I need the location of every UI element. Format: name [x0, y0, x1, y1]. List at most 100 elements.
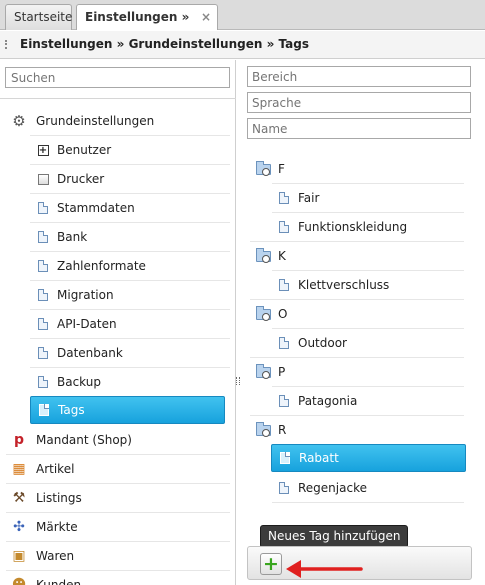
- tab-startseite[interactable]: Startseite: [5, 4, 72, 30]
- tree-item-benutzer[interactable]: + Benutzer: [0, 137, 236, 163]
- document-icon: [276, 481, 292, 495]
- divider: [30, 338, 230, 339]
- tree-item-tags[interactable]: Tags: [30, 396, 225, 424]
- document-icon: [276, 336, 292, 350]
- document-icon: [276, 394, 292, 408]
- tag-item-funktionskleidung[interactable]: Funktionskleidung: [240, 214, 465, 240]
- search-input[interactable]: [5, 67, 230, 88]
- divider: [250, 241, 464, 242]
- document-icon: [36, 201, 50, 215]
- tree-item-stammdaten[interactable]: Stammdaten: [0, 195, 236, 221]
- navigation-tree-panel: ⚙ Grundeinstellungen + Benutzer Drucker …: [0, 60, 236, 585]
- tag-item-fair[interactable]: Fair: [240, 185, 465, 211]
- tree-item-label: Mandant (Shop): [36, 433, 132, 447]
- document-icon: [36, 317, 50, 331]
- divider: [30, 367, 230, 368]
- tree-item-label: Stammdaten: [57, 201, 135, 215]
- tree-item-maerkte[interactable]: ✣ Märkte: [0, 514, 236, 540]
- cubes-icon: ▦: [12, 461, 26, 477]
- divider: [6, 541, 230, 542]
- divider: [250, 299, 464, 300]
- add-tag-button[interactable]: +: [260, 553, 282, 575]
- tree-item-kunden[interactable]: ☻ Kunden: [0, 572, 236, 585]
- tree-item-zahlenformate[interactable]: Zahlenformate: [0, 253, 236, 279]
- tag-group-p[interactable]: P: [240, 359, 465, 385]
- divider: [0, 98, 236, 99]
- tree-item-artikel[interactable]: ▦ Artikel: [0, 456, 236, 482]
- tag-group-label: F: [278, 162, 285, 176]
- divider: [250, 415, 464, 416]
- network-icon: ✣: [13, 519, 25, 535]
- tree-item-label: Migration: [57, 288, 114, 302]
- gavel-icon: ⚒: [12, 490, 26, 506]
- tree-item-label: Kunden: [36, 578, 82, 585]
- language-filter-input[interactable]: [247, 92, 471, 113]
- tree-item-label: Benutzer: [57, 143, 112, 157]
- folder-icon: [255, 305, 271, 321]
- tag-group-f[interactable]: F: [240, 156, 465, 182]
- tab-einstellungen-tags[interactable]: Einstellungen » Tags ×: [76, 4, 218, 49]
- divider: [30, 309, 230, 310]
- tree-item-backup[interactable]: Backup: [0, 369, 236, 395]
- divider: [6, 570, 230, 571]
- tag-item-outdoor[interactable]: Outdoor: [240, 330, 465, 356]
- tag-item-label: Rabatt: [299, 451, 339, 465]
- tree-item-bank[interactable]: Bank: [0, 224, 236, 250]
- folder-icon: [255, 160, 271, 176]
- mandant-icon: p: [13, 432, 25, 448]
- tree-item-api-daten[interactable]: API-Daten: [0, 311, 236, 337]
- tag-item-rabatt[interactable]: Rabatt: [271, 444, 466, 472]
- close-icon[interactable]: ×: [201, 5, 211, 30]
- tree-item-label: Zahlenformate: [57, 259, 146, 273]
- tree-item-grundeinstellungen[interactable]: ⚙ Grundeinstellungen: [0, 108, 236, 134]
- document-icon: [37, 403, 51, 417]
- breadcrumb: Einstellungen » Grundeinstellungen » Tag…: [0, 31, 485, 59]
- add-tag-tooltip: Neues Tag hinzufügen: [260, 525, 409, 548]
- tree-item-label: API-Daten: [57, 317, 117, 331]
- divider: [272, 328, 464, 329]
- divider: [30, 222, 230, 223]
- tag-item-label: Patagonia: [298, 394, 358, 408]
- folder-icon: [255, 247, 271, 263]
- divider: [272, 270, 464, 271]
- tag-group-label: O: [278, 307, 288, 321]
- tree-item-mandant[interactable]: p Mandant (Shop): [0, 427, 236, 453]
- folder-icon: [255, 363, 271, 379]
- tag-group-label: K: [278, 249, 286, 263]
- tree-item-datenbank[interactable]: Datenbank: [0, 340, 236, 366]
- tag-item-regenjacke[interactable]: Regenjacke: [240, 475, 465, 501]
- tree-item-label: Waren: [36, 549, 75, 563]
- tag-group-label: P: [278, 365, 286, 379]
- area-filter-input[interactable]: [247, 66, 471, 87]
- divider: [30, 251, 230, 252]
- tag-item-patagonia[interactable]: Patagonia: [240, 388, 465, 414]
- tag-group-r[interactable]: R: [240, 417, 465, 443]
- tree-item-label: Datenbank: [57, 346, 123, 360]
- divider: [30, 164, 230, 165]
- tree-item-label: Bank: [57, 230, 88, 244]
- document-icon: [36, 230, 50, 244]
- tree-item-label: Backup: [57, 375, 101, 389]
- tree-item-migration[interactable]: Migration: [0, 282, 236, 308]
- document-icon: [36, 375, 50, 389]
- tag-item-label: Funktionskleidung: [298, 220, 408, 234]
- folder-icon: [255, 421, 271, 437]
- divider: [30, 193, 230, 194]
- tree-item-waren[interactable]: ▣ Waren: [0, 543, 236, 569]
- tag-group-o[interactable]: O: [240, 301, 465, 327]
- document-icon: [36, 259, 50, 273]
- name-filter-input[interactable]: [247, 118, 471, 139]
- tag-item-klettverschluss[interactable]: Klettverschluss: [240, 272, 465, 298]
- document-icon: [276, 278, 292, 292]
- tag-group-label: R: [278, 423, 287, 437]
- tree-item-label: Märkte: [36, 520, 78, 534]
- tag-item-label: Outdoor: [298, 336, 347, 350]
- divider: [272, 212, 464, 213]
- divider: [6, 512, 230, 513]
- tree-item-drucker[interactable]: Drucker: [0, 166, 236, 192]
- tag-group-k[interactable]: K: [240, 243, 465, 269]
- tree-item-label: Tags: [58, 403, 85, 417]
- tree-item-label: Drucker: [57, 172, 105, 186]
- tree-item-listings[interactable]: ⚒ Listings: [0, 485, 236, 511]
- document-icon: [276, 191, 292, 205]
